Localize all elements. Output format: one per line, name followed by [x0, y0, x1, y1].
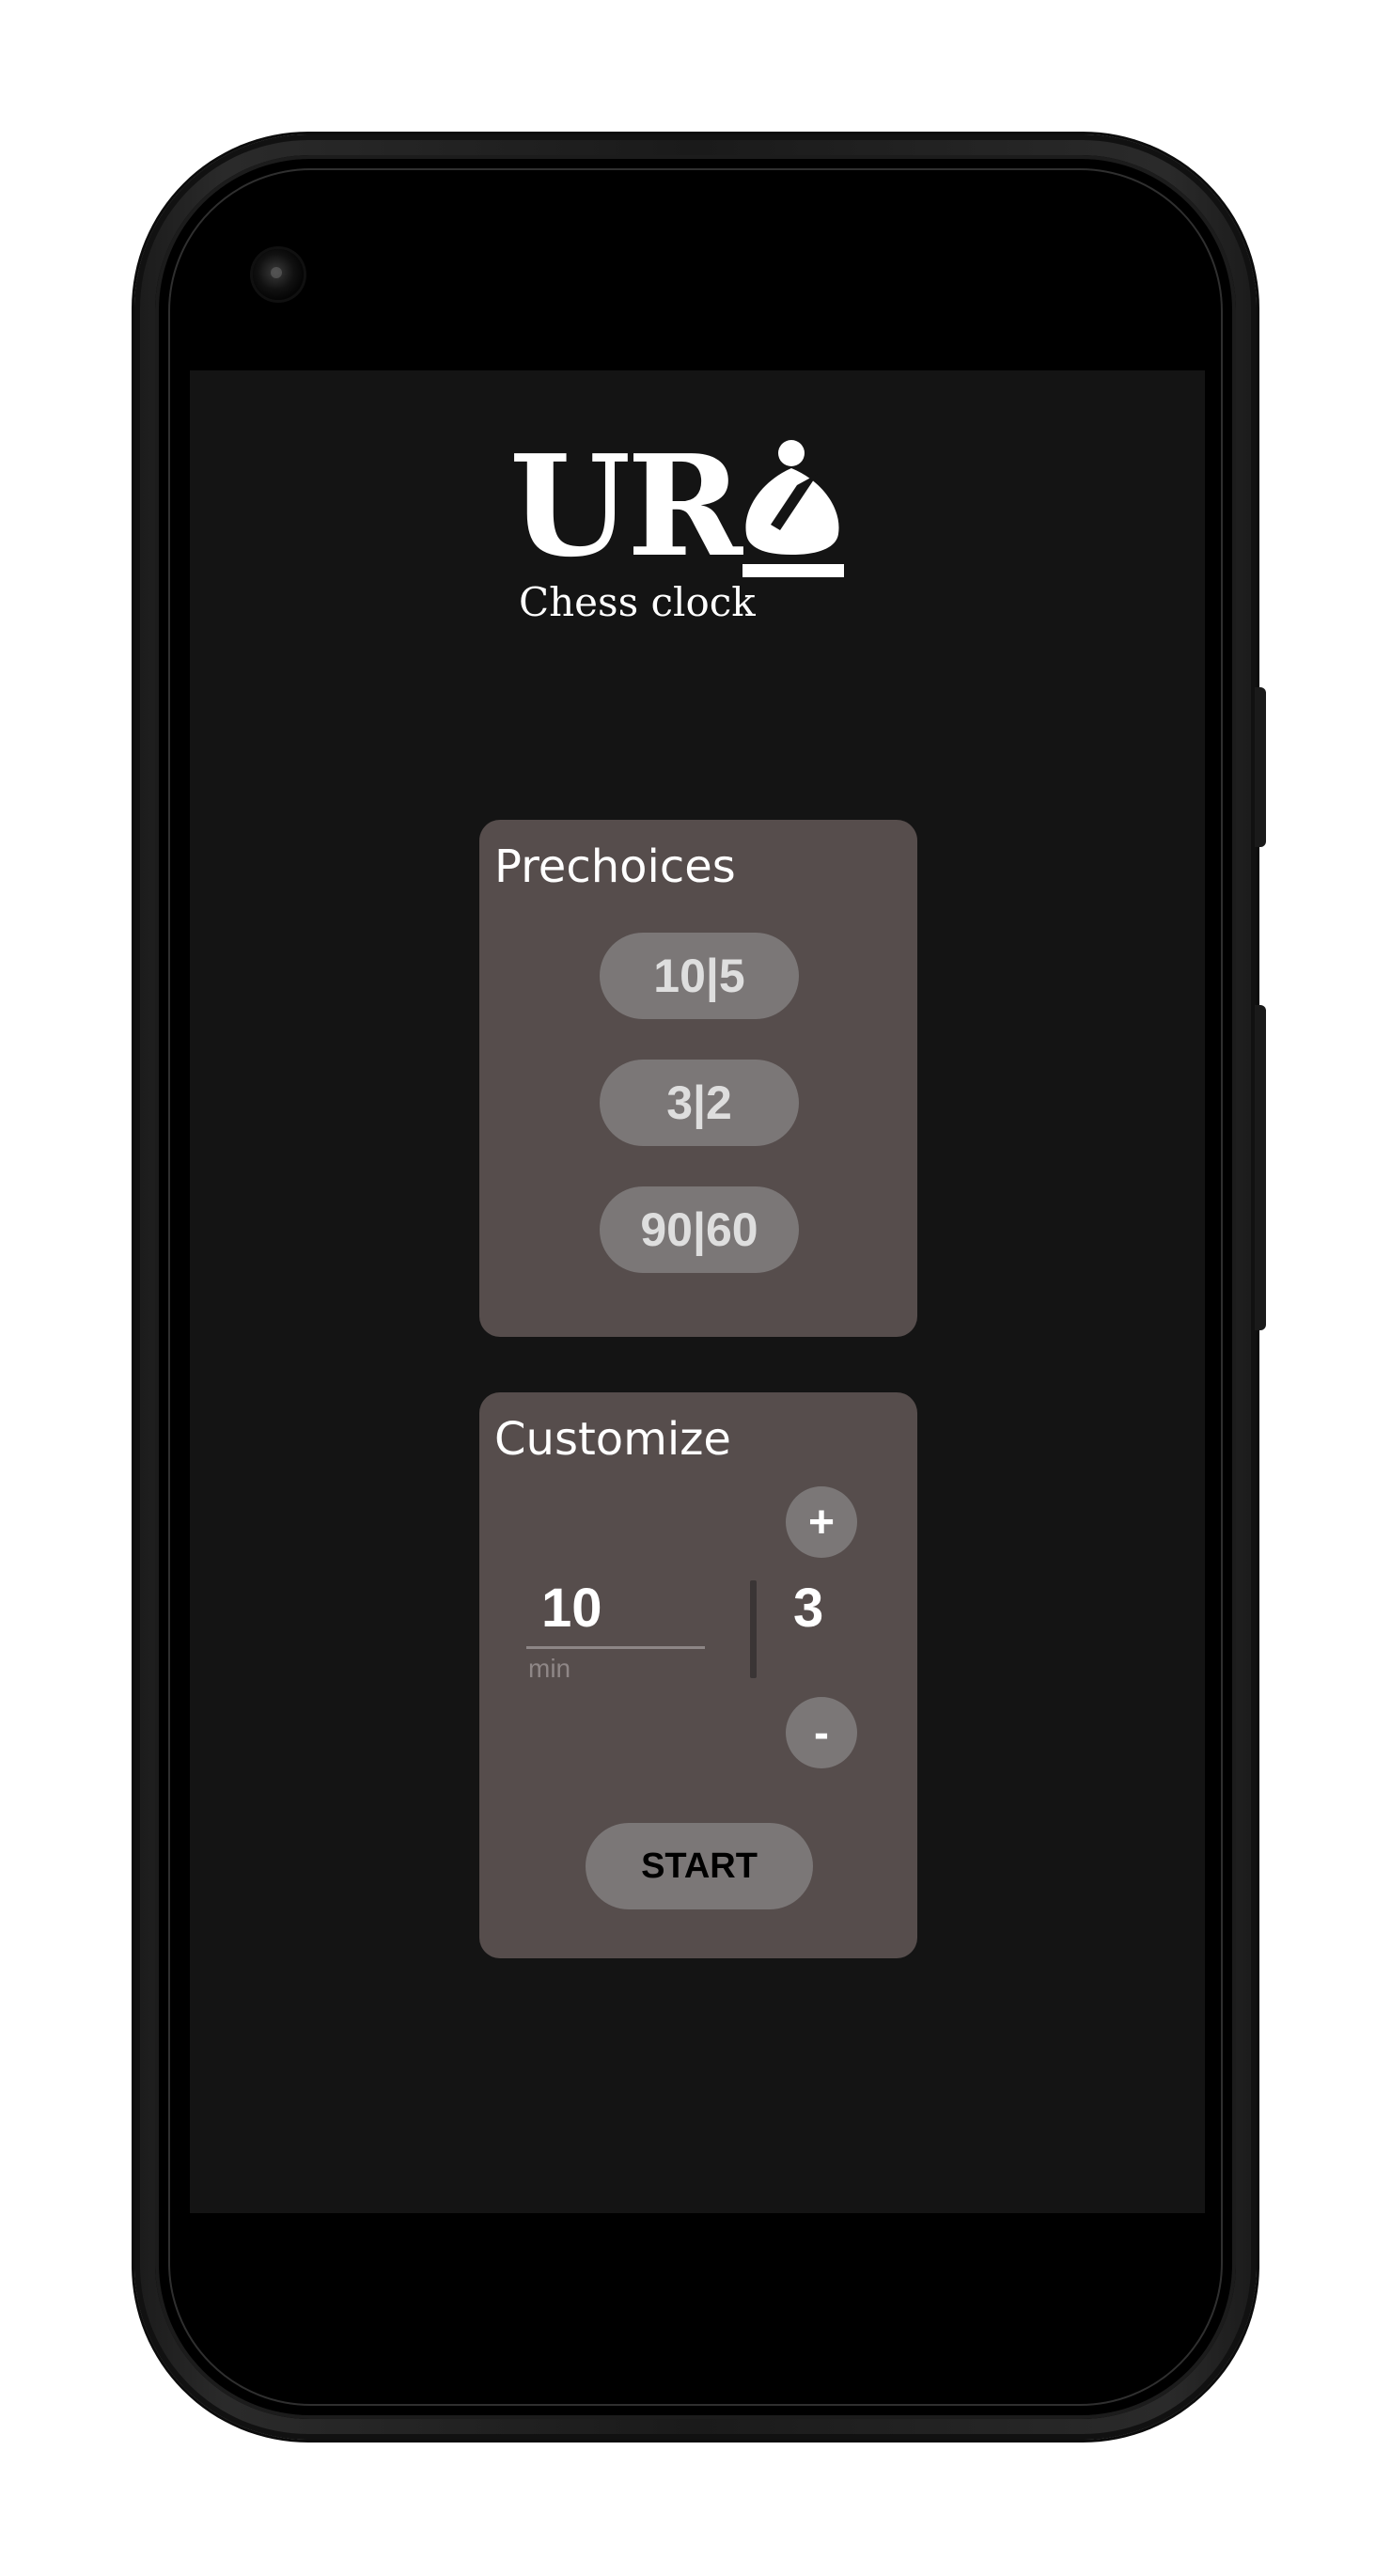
front-camera [253, 249, 304, 300]
app-logo: UR Chess clock [509, 436, 904, 652]
chess-bishop-icon [742, 440, 844, 577]
prechoices-card: Prechoices 10|5 3|2 90|60 [479, 820, 917, 1337]
customize-card: Customize + 10 min 3 - START [479, 1392, 917, 1958]
customize-title: Customize [494, 1413, 731, 1466]
increment-value: 3 [793, 1578, 824, 1639]
start-button[interactable]: START [586, 1823, 813, 1909]
increment-minus-button[interactable]: - [786, 1697, 857, 1768]
minutes-input[interactable]: 10 [526, 1571, 705, 1649]
logo-text: UR [509, 424, 742, 588]
app-screen: UR Chess clock Prechoices 10|5 3|2 90|60… [190, 370, 1205, 2213]
minutes-hint: min [528, 1654, 571, 1683]
app-subtitle: Chess clock [519, 579, 756, 625]
prechoice-button-10-5[interactable]: 10|5 [600, 933, 799, 1019]
page: UR Chess clock Prechoices 10|5 3|2 90|60… [0, 0, 1391, 2576]
volume-button [1255, 1005, 1266, 1330]
minutes-value: 10 [541, 1578, 602, 1639]
increment-plus-button[interactable]: + [786, 1486, 857, 1558]
prechoice-button-3-2[interactable]: 3|2 [600, 1060, 799, 1146]
power-button [1255, 687, 1266, 847]
divider [750, 1580, 757, 1678]
prechoices-title: Prechoices [494, 840, 736, 893]
prechoice-button-90-60[interactable]: 90|60 [600, 1186, 799, 1273]
